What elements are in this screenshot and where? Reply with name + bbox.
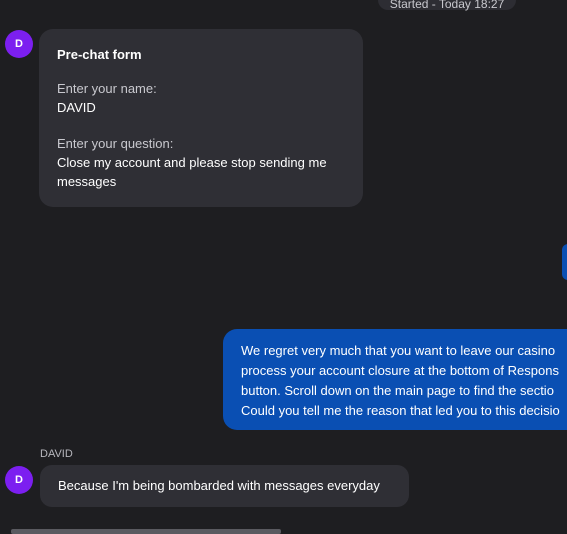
prechat-form-title: Pre-chat form bbox=[57, 47, 142, 62]
name-label: Enter your name: bbox=[57, 81, 157, 96]
agent-message-line: We regret very much that you want to lea… bbox=[241, 343, 556, 358]
agent-message-line: process your account closure at the bott… bbox=[241, 363, 559, 378]
user-avatar: D bbox=[5, 466, 33, 494]
agent-message-bubble-partial bbox=[562, 244, 567, 280]
question-label: Enter your question: bbox=[57, 136, 174, 151]
question-value-line: messages bbox=[57, 174, 117, 189]
message-sender-name: DAVID bbox=[40, 448, 73, 460]
chat-started-timestamp: Started - Today 18:27 bbox=[378, 0, 516, 11]
prechat-form-card: Pre-chat form Enter your name: DAVID Ent… bbox=[39, 29, 363, 207]
user-message-bubble: Because I'm being bombarded with message… bbox=[40, 465, 409, 507]
agent-message-line: button. Scroll down on the main page to … bbox=[241, 383, 554, 398]
agent-message-bubble: We regret very much that you want to lea… bbox=[223, 329, 567, 430]
name-value: DAVID bbox=[57, 100, 96, 115]
question-value-line: Close my account and please stop sending… bbox=[57, 155, 327, 170]
horizontal-scrollbar[interactable] bbox=[11, 529, 281, 534]
agent-message-line: Could you tell me the reason that led yo… bbox=[241, 403, 560, 418]
user-avatar: D bbox=[5, 30, 33, 58]
